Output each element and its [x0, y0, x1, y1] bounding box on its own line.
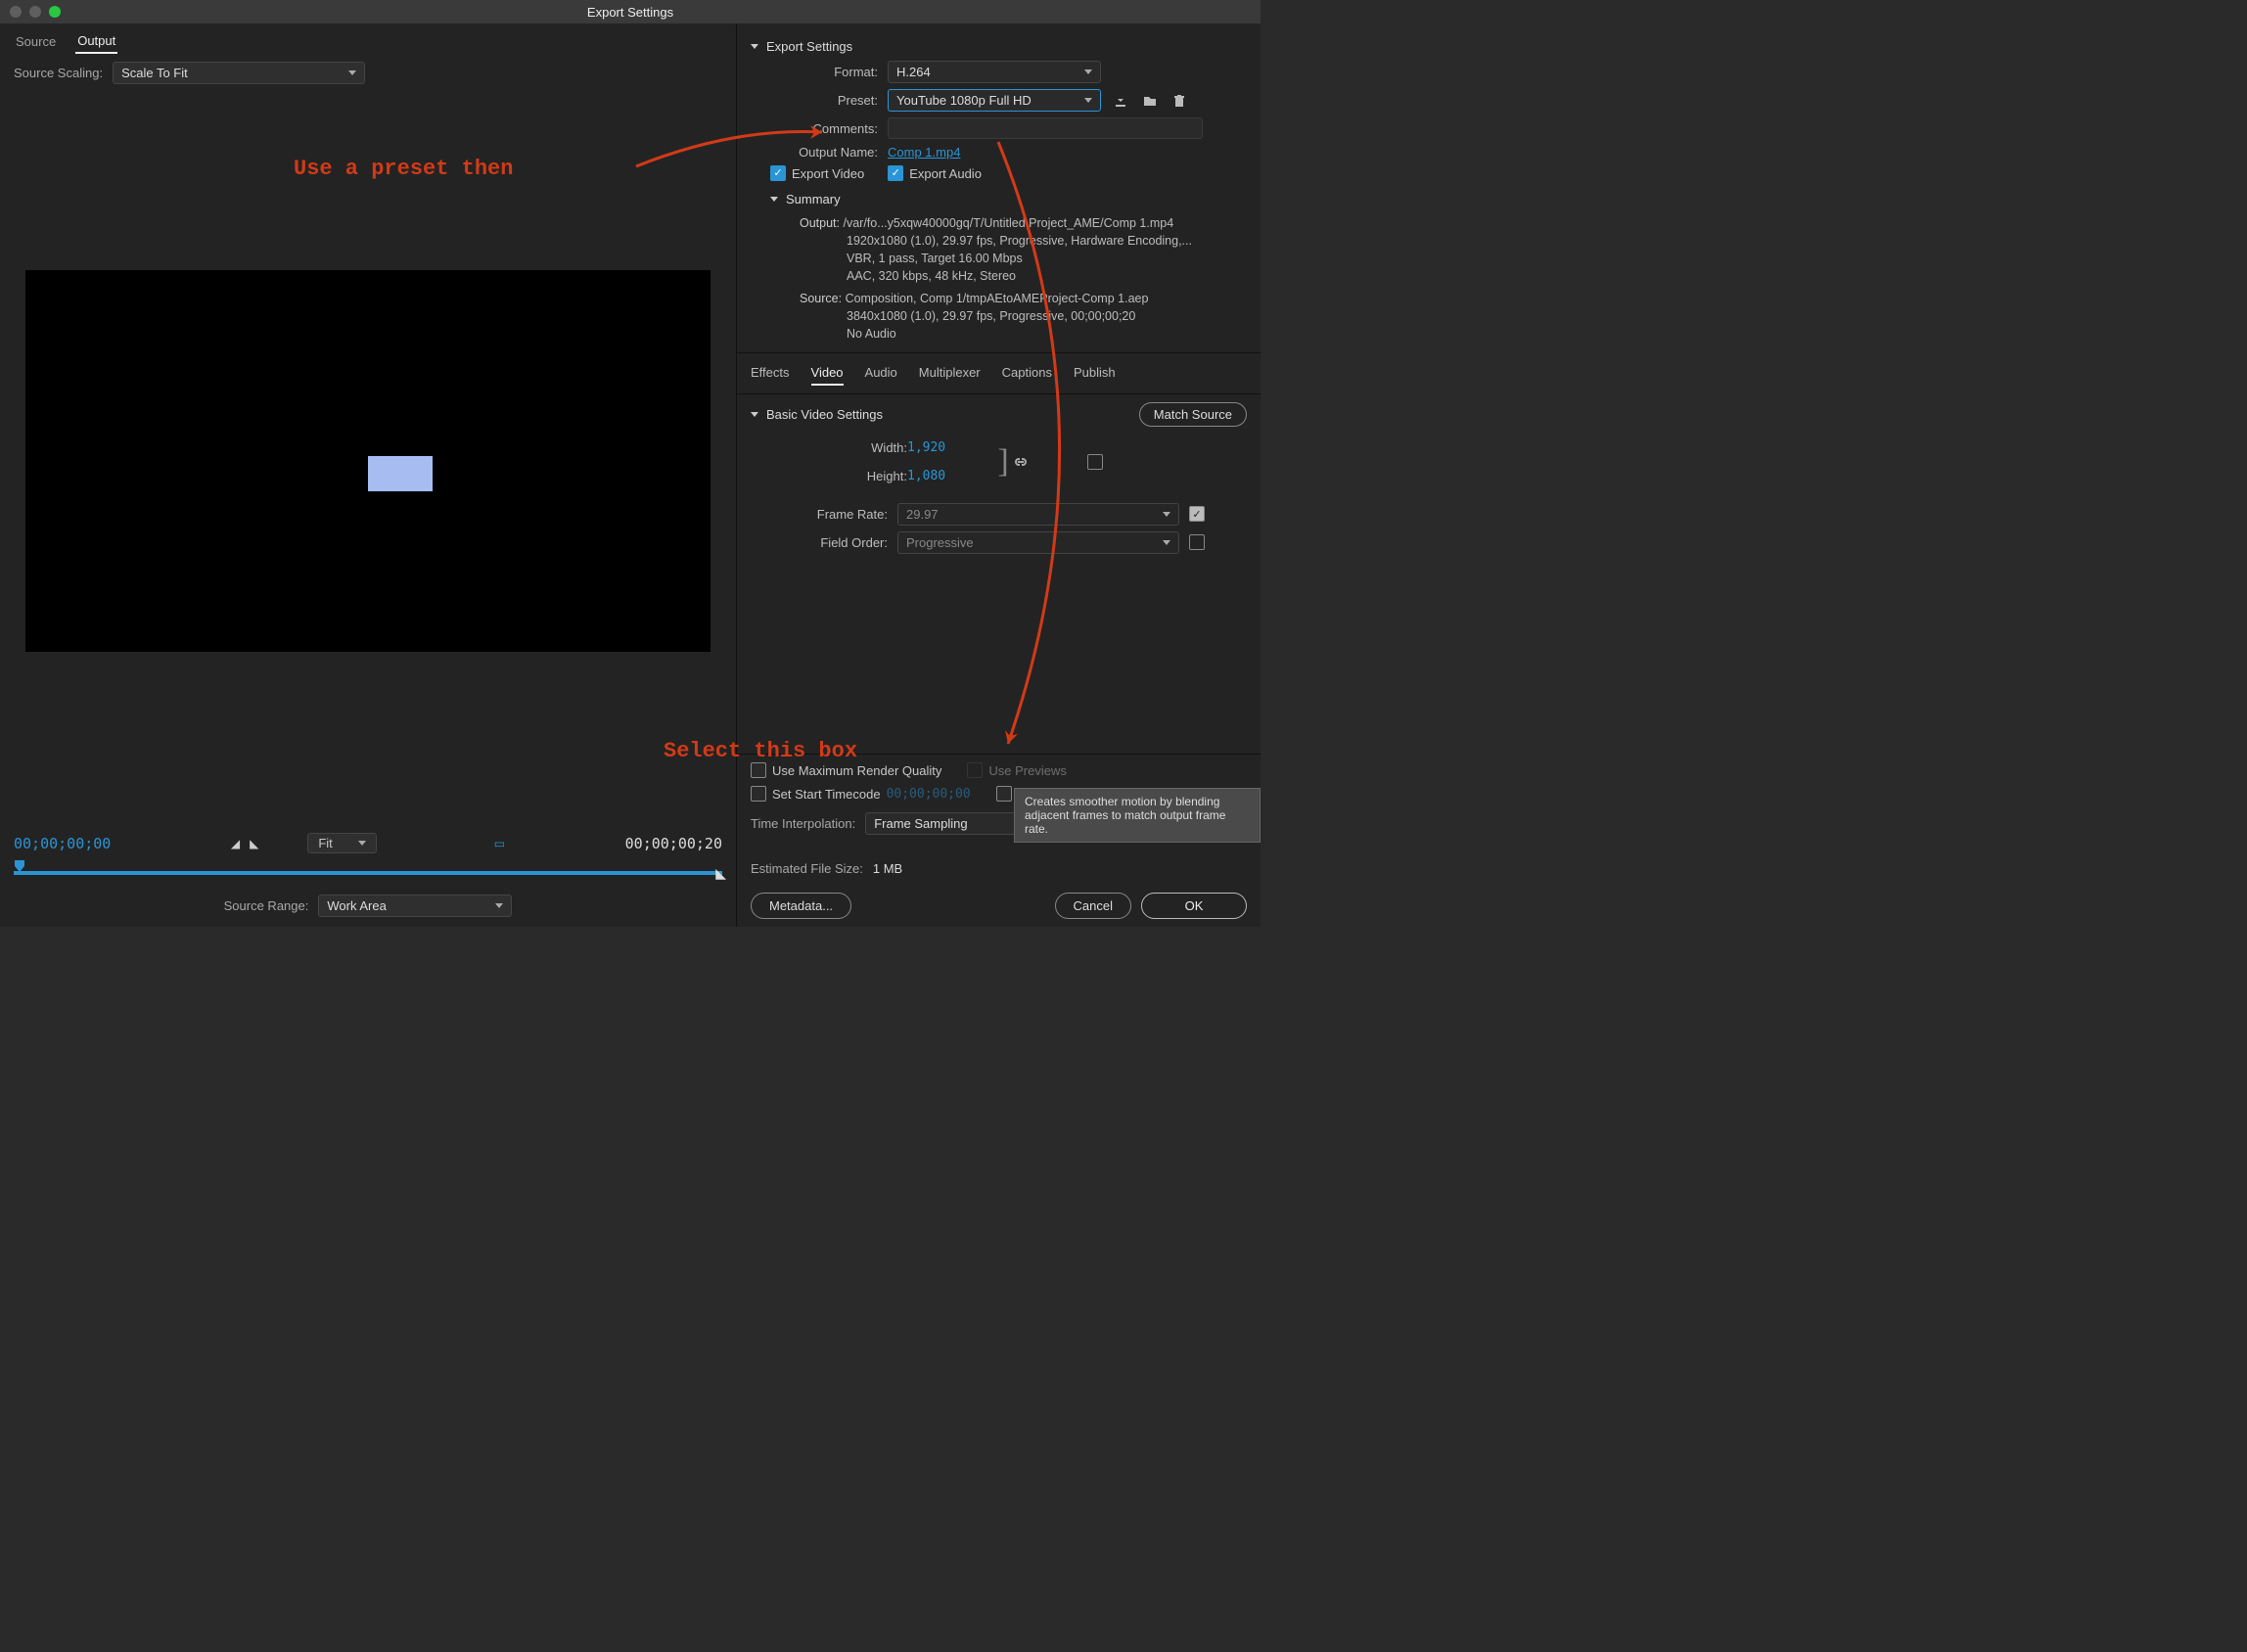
source-range-dropdown[interactable]: Work Area: [318, 895, 512, 917]
chevron-down-icon: [358, 841, 366, 846]
link-icon[interactable]: [1009, 455, 1032, 469]
fieldorder-label: Field Order:: [790, 535, 888, 550]
set-start-timecode-checkbox[interactable]: [751, 786, 766, 802]
comments-label: Comments:: [770, 121, 878, 136]
export-audio-checkbox[interactable]: [888, 165, 903, 181]
basic-video-settings-header: Basic Video Settings: [766, 407, 883, 422]
export-video-checkbox[interactable]: [770, 165, 786, 181]
source-range-label: Source Range:: [224, 898, 309, 913]
output-name-label: Output Name:: [770, 145, 878, 160]
format-dropdown[interactable]: H.264: [888, 61, 1101, 83]
current-timecode[interactable]: 00;00;00;00: [14, 835, 111, 852]
use-previews-checkbox: [967, 762, 983, 778]
traffic-lights: [0, 6, 61, 18]
tab-captions[interactable]: Captions: [1002, 361, 1052, 386]
width-label: Width:: [790, 440, 907, 455]
match-framerate-checkbox[interactable]: [1189, 506, 1205, 522]
preview-pane: Source Output Source Scaling: Scale To F…: [0, 23, 737, 927]
set-start-timecode-label: Set Start Timecode: [772, 787, 881, 802]
minimize-window-button[interactable]: [29, 6, 41, 18]
match-source-button[interactable]: Match Source: [1139, 402, 1247, 427]
max-render-quality-checkbox[interactable]: [751, 762, 766, 778]
tab-video[interactable]: Video: [811, 361, 844, 386]
match-dimensions-checkbox[interactable]: [1087, 454, 1103, 470]
chevron-down-icon: [1084, 69, 1092, 74]
framerate-label: Frame Rate:: [790, 507, 888, 522]
mark-out-icon[interactable]: ◣: [250, 837, 258, 850]
height-label: Height:: [790, 469, 907, 483]
comments-input[interactable]: [888, 117, 1203, 139]
chevron-down-icon: [1084, 98, 1092, 103]
framerate-dropdown[interactable]: 29.97: [897, 503, 1179, 526]
width-value[interactable]: 1,920: [907, 440, 986, 455]
save-preset-icon[interactable]: [1111, 92, 1130, 110]
fieldorder-dropdown[interactable]: Progressive: [897, 531, 1179, 554]
tab-publish[interactable]: Publish: [1074, 361, 1116, 386]
tab-multiplexer[interactable]: Multiplexer: [919, 361, 981, 386]
duration-timecode: 00;00;00;20: [625, 835, 722, 852]
source-scaling-label: Source Scaling:: [14, 66, 103, 80]
use-previews-label: Use Previews: [988, 763, 1066, 778]
zoom-window-button[interactable]: [49, 6, 61, 18]
delete-preset-icon[interactable]: [1169, 92, 1189, 110]
titlebar: Export Settings: [0, 0, 1261, 23]
source-scaling-dropdown[interactable]: Scale To Fit: [113, 62, 365, 84]
estimated-size-value: 1 MB: [873, 861, 902, 876]
tooltip: Creates smoother motion by blending adja…: [1014, 788, 1261, 843]
disclosure-triangle-icon[interactable]: [751, 44, 758, 49]
start-timecode-input[interactable]: 00;00;00;00: [887, 787, 971, 802]
export-settings-window: Export Settings Source Output Source Sca…: [0, 0, 1261, 927]
summary-header: Summary: [786, 192, 841, 206]
tab-effects[interactable]: Effects: [751, 361, 790, 386]
chevron-down-icon: [1163, 512, 1170, 517]
chevron-down-icon: [1163, 540, 1170, 545]
estimated-size-label: Estimated File Size:: [751, 861, 863, 876]
out-point-marker[interactable]: ◣: [715, 865, 726, 882]
preview-content: [368, 456, 433, 491]
zoom-fit-dropdown[interactable]: Fit: [307, 833, 376, 853]
aspect-correction-icon[interactable]: ▭: [494, 837, 505, 850]
close-window-button[interactable]: [10, 6, 22, 18]
chevron-down-icon: [495, 903, 503, 908]
output-preview: [25, 270, 711, 652]
max-render-quality-label: Use Maximum Render Quality: [772, 763, 941, 778]
export-audio-label: Export Audio: [909, 166, 982, 181]
tab-output[interactable]: Output: [75, 29, 117, 54]
disclosure-triangle-icon[interactable]: [751, 412, 758, 417]
export-video-label: Export Video: [792, 166, 864, 181]
summary-block: Output: /var/fo...y5xqw40000gq/T/Untitle…: [770, 210, 1247, 346]
metadata-button[interactable]: Metadata...: [751, 893, 851, 919]
disclosure-triangle-icon[interactable]: [770, 197, 778, 202]
playhead[interactable]: [14, 859, 25, 873]
height-value[interactable]: 1,080: [907, 469, 986, 483]
timeline[interactable]: ◣: [14, 859, 722, 889]
preset-dropdown[interactable]: YouTube 1080p Full HD: [888, 89, 1101, 112]
window-title: Export Settings: [587, 5, 673, 20]
render-alpha-checkbox[interactable]: [996, 786, 1012, 802]
match-fieldorder-checkbox[interactable]: [1189, 534, 1205, 550]
import-preset-icon[interactable]: [1140, 92, 1160, 110]
tab-source[interactable]: Source: [14, 30, 58, 53]
output-name-link[interactable]: Comp 1.mp4: [888, 145, 960, 160]
time-interpolation-label: Time Interpolation:: [751, 816, 855, 831]
chevron-down-icon: [348, 70, 356, 75]
cancel-button[interactable]: Cancel: [1055, 893, 1131, 919]
timeline-track[interactable]: [14, 871, 722, 875]
export-settings-header: Export Settings: [766, 39, 852, 54]
format-label: Format:: [770, 65, 878, 79]
preset-label: Preset:: [770, 93, 878, 108]
tab-audio[interactable]: Audio: [865, 361, 897, 386]
mark-in-icon[interactable]: ◢: [231, 837, 240, 850]
ok-button[interactable]: OK: [1141, 893, 1247, 919]
